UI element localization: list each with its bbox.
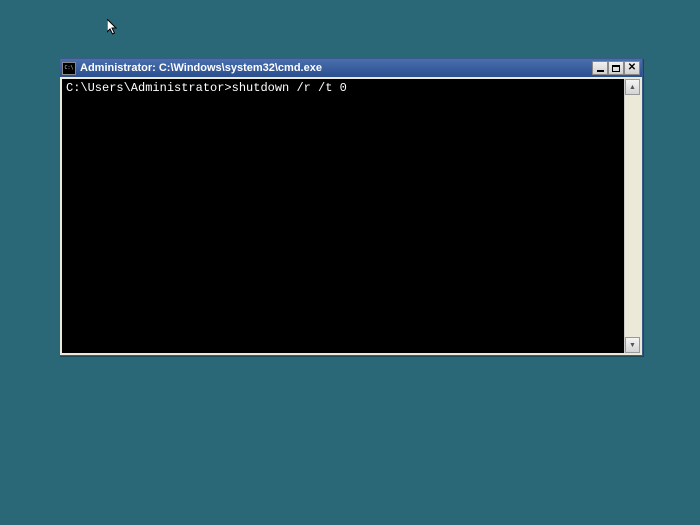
- console-output[interactable]: C:\Users\Administrator>shutdown /r /t 0: [62, 79, 624, 353]
- maximize-icon: [612, 65, 620, 72]
- minimize-button[interactable]: [592, 61, 608, 75]
- cmd-icon: [62, 62, 76, 75]
- window-title: Administrator: C:\Windows\system32\cmd.e…: [80, 62, 592, 74]
- titlebar[interactable]: Administrator: C:\Windows\system32\cmd.e…: [60, 59, 642, 77]
- prompt-text: C:\Users\Administrator>: [66, 81, 232, 95]
- window-controls: ✕: [592, 61, 640, 75]
- scroll-track[interactable]: [625, 95, 640, 337]
- maximize-button[interactable]: [608, 61, 624, 75]
- command-text: shutdown /r /t 0: [232, 81, 347, 95]
- scroll-down-button[interactable]: [625, 337, 640, 353]
- vertical-scrollbar[interactable]: [624, 79, 640, 353]
- close-icon: ✕: [628, 63, 636, 73]
- window-body: C:\Users\Administrator>shutdown /r /t 0: [60, 77, 642, 355]
- mouse-cursor: [107, 19, 119, 37]
- cmd-window: Administrator: C:\Windows\system32\cmd.e…: [59, 58, 643, 356]
- scroll-up-button[interactable]: [625, 79, 640, 95]
- minimize-icon: [597, 70, 604, 72]
- close-button[interactable]: ✕: [624, 61, 640, 75]
